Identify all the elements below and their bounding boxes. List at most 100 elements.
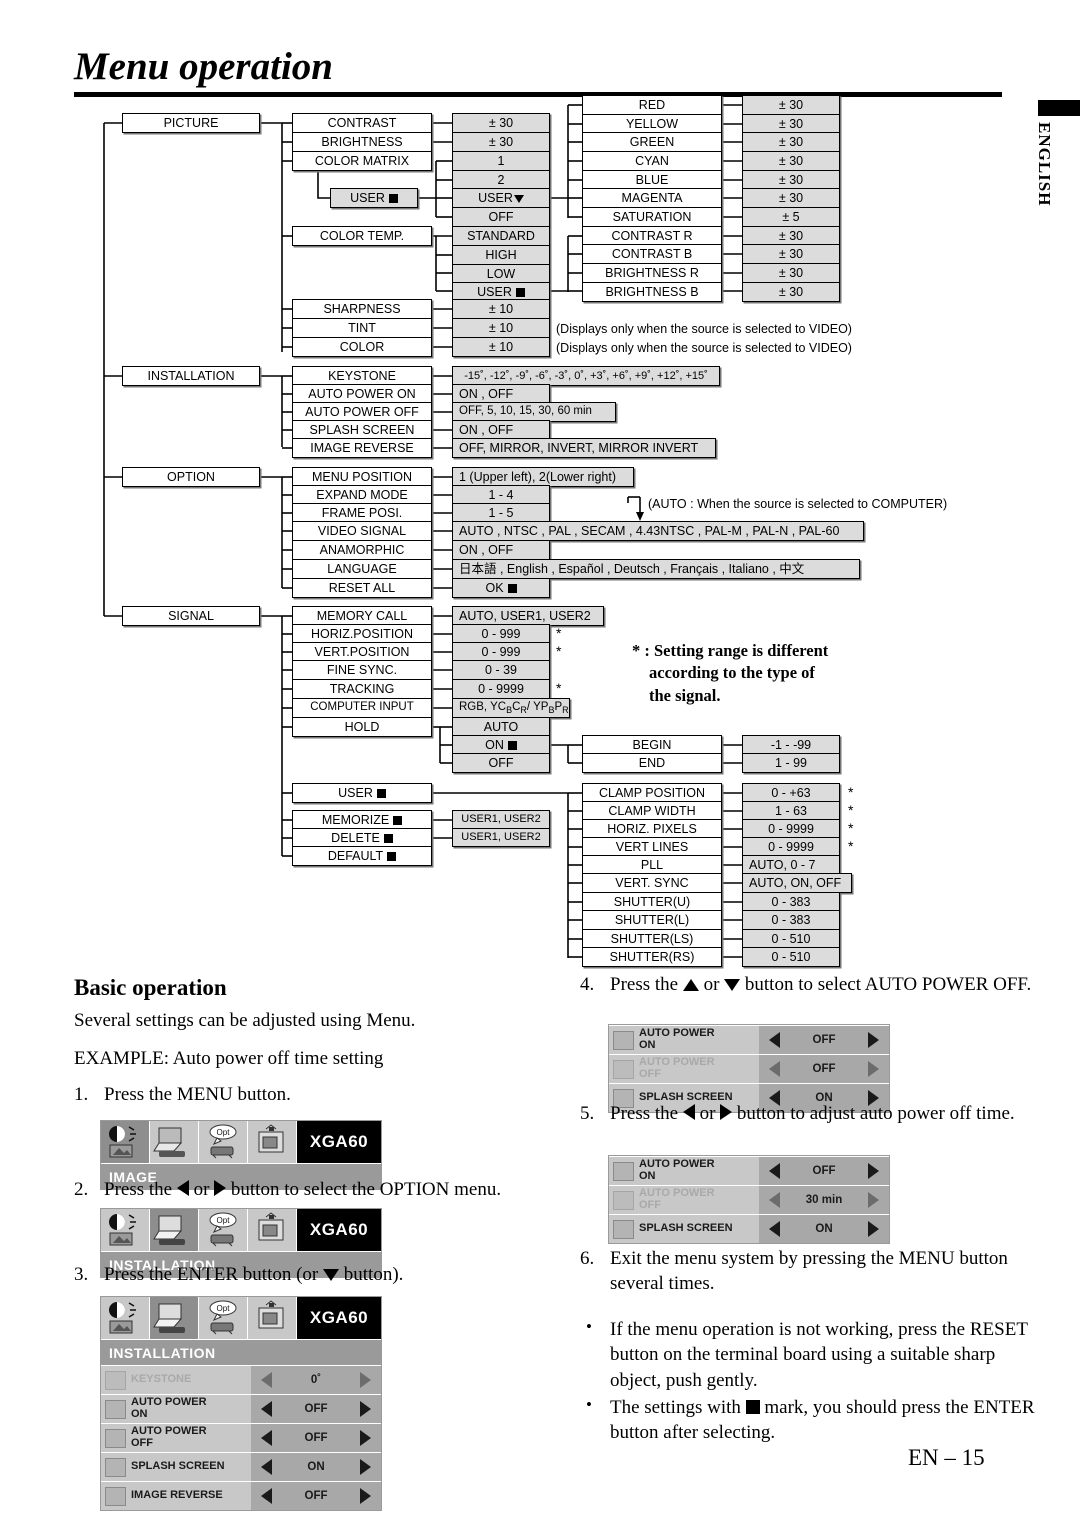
osd-row-auto-power-on[interactable]: AUTO POWER ON OFF (101, 1394, 381, 1423)
auto-power-off-icon (613, 1059, 634, 1079)
detailval-vert-lines: 0 - 9999 (742, 837, 840, 857)
value-contrast: ± 30 (452, 113, 550, 133)
osd-source-label: XGA60 (309, 1308, 369, 1327)
detail-vert-sync: VERT. SYNC (582, 873, 722, 893)
sub-blue: BLUE (582, 170, 722, 190)
left-arrow-icon[interactable] (769, 1192, 780, 1208)
value-language: 日本語 , English , Español , Deutsch , Fran… (452, 559, 860, 579)
osd-row-splash-screen[interactable]: SPLASH SCREEN ON (609, 1214, 889, 1243)
left-arrow-icon[interactable] (261, 1430, 272, 1446)
image-menu-icon[interactable] (101, 1297, 150, 1339)
signal-menu-icon[interactable] (248, 1121, 297, 1163)
enter-mark-icon (507, 583, 517, 593)
right-arrow-icon[interactable] (868, 1032, 879, 1048)
step-2-text-b: or (193, 1179, 210, 1200)
subval-brightness-r: ± 30 (742, 263, 840, 283)
step-2-number: 2. (74, 1179, 89, 1200)
bullet-dot-icon: • (586, 1394, 592, 1414)
right-arrow-icon[interactable] (360, 1430, 371, 1446)
left-arrow-icon (682, 1104, 695, 1120)
right-arrow-icon[interactable] (360, 1488, 371, 1504)
right-arrow-icon[interactable] (868, 1192, 879, 1208)
step-3-text-a: Press the ENTER button (or (104, 1264, 319, 1285)
osd-row-label: SPLASH SCREEN (101, 1453, 251, 1481)
left-arrow-icon[interactable] (769, 1061, 780, 1077)
item-horiz-position: HORIZ.POSITION (292, 624, 432, 644)
page-number: EN – 15 (908, 1445, 985, 1470)
step-4-block: 4. Press the or button to select AUTO PO… (580, 973, 1040, 1005)
value-hold-off: OFF (452, 753, 550, 773)
basic-operation-section: Basic operation Several settings can be … (74, 975, 544, 1115)
osd-row-auto-power-off[interactable]: AUTO POWER OFF 30 min (609, 1185, 889, 1214)
item-delete: DELETE (292, 828, 432, 848)
left-arrow-icon[interactable] (769, 1163, 780, 1179)
osd-row-auto-power-off[interactable]: AUTO POWER OFF OFF (101, 1423, 381, 1452)
subval-contrast-r: ± 30 (742, 226, 840, 246)
right-arrow-icon[interactable] (359, 1372, 371, 1388)
item-memory-call: MEMORY CALL (292, 606, 432, 626)
value-color-matrix-off: OFF (452, 207, 550, 227)
osd-row-auto-power-on[interactable]: AUTO POWER ON OFF (609, 1025, 889, 1054)
step-2: 2. Press the or button to select the OPT… (74, 1178, 544, 1203)
osd-row-splash-screen[interactable]: SPLASH SCREEN ON (101, 1452, 381, 1481)
option-menu-icon[interactable]: Opt (199, 1209, 248, 1251)
detailval-horiz-pixels: 0 - 9999 (742, 819, 840, 839)
installation-menu-icon[interactable] (150, 1121, 199, 1163)
signal-menu-icon[interactable] (248, 1209, 297, 1251)
right-arrow-icon[interactable] (360, 1401, 371, 1417)
osd-row-auto-power-off[interactable]: AUTO POWER OFF OFF (609, 1054, 889, 1083)
osd-row-label: AUTO POWER OFF (101, 1424, 251, 1452)
value-memorize: USER1, USER2 (452, 810, 550, 829)
left-arrow-icon[interactable] (261, 1488, 272, 1504)
right-arrow-icon[interactable] (360, 1459, 371, 1475)
basic-operation-heading: Basic operation (74, 975, 227, 1000)
right-arrow-icon[interactable] (868, 1163, 879, 1179)
step-4: 4. Press the or button to select AUTO PO… (580, 973, 1040, 998)
detailval-shutter-ls: 0 - 510 (742, 929, 840, 949)
osd-row-value: OFF (759, 1026, 889, 1054)
detailval-shutter-rs: 0 - 510 (742, 947, 840, 967)
splash-screen-icon (613, 1219, 634, 1239)
left-arrow-icon[interactable] (769, 1221, 780, 1237)
sub-yellow: YELLOW (582, 114, 722, 134)
left-arrow-icon[interactable] (769, 1032, 780, 1048)
signal-menu-icon[interactable] (248, 1297, 297, 1339)
item-color: COLOR (292, 337, 432, 357)
osd-row-auto-power-on[interactable]: AUTO POWER ON OFF (609, 1156, 889, 1185)
enter-mark-icon (515, 287, 525, 297)
detailval-clamp-position: 0 - +63 (742, 783, 840, 803)
osd-row-keystone[interactable]: KEYSTONE 0˚ (101, 1365, 381, 1394)
detailval-vert-sync: AUTO, ON, OFF (742, 873, 852, 893)
item-reset-all: RESET ALL (292, 578, 432, 598)
option-menu-icon[interactable]: Opt (199, 1297, 248, 1339)
right-arrow-icon[interactable] (868, 1221, 879, 1237)
step-5: 5. Press the or button to adjust auto po… (580, 1102, 1040, 1127)
installation-menu-icon[interactable] (150, 1209, 199, 1251)
right-arrow-icon[interactable] (868, 1061, 879, 1077)
subval-magenta: ± 30 (742, 188, 840, 208)
option-menu-icon[interactable]: Opt (199, 1121, 248, 1163)
image-menu-icon[interactable] (101, 1121, 150, 1163)
osd-source-label: XGA60 (309, 1220, 369, 1239)
value-hold-on: ON (452, 735, 550, 755)
left-arrow-icon[interactable] (261, 1459, 272, 1475)
left-arrow-icon[interactable] (261, 1372, 272, 1388)
item-tint: TINT (292, 318, 432, 338)
osd-row-image-reverse[interactable]: IMAGE REVERSE OFF (101, 1481, 381, 1510)
left-arrow-icon[interactable] (261, 1401, 272, 1417)
detail-vert-lines: VERT LINES (582, 837, 722, 857)
installation-menu-icon[interactable] (150, 1297, 199, 1339)
detail-clamp-width: CLAMP WIDTH (582, 801, 722, 821)
image-menu-icon[interactable] (101, 1209, 150, 1251)
value-computer-input: RGB, YC B C R / YP B P R (452, 698, 570, 718)
subval-contrast-b: ± 30 (742, 244, 840, 264)
auto-power-off-icon (105, 1428, 126, 1448)
osd-row-label: IMAGE REVERSE (101, 1482, 251, 1510)
subval-blue: ± 30 (742, 170, 840, 190)
sub-saturation: SATURATION (582, 207, 722, 227)
enter-mark-icon (376, 788, 386, 798)
bullet-dot-icon: • (586, 1317, 592, 1337)
detail-shutter-l: SHUTTER(L) (582, 910, 722, 930)
step-3-number: 3. (74, 1264, 89, 1285)
value-color-matrix-user: USER (452, 188, 550, 208)
